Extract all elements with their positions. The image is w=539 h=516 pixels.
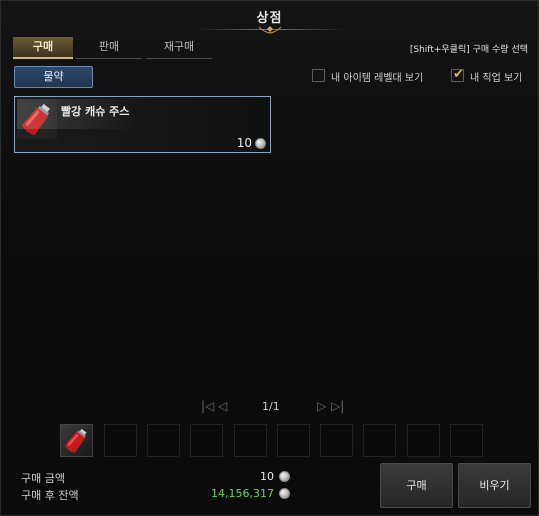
last-page-icon[interactable]: ▷|	[331, 399, 344, 413]
my-class-checkbox[interactable]: ✔	[451, 67, 464, 82]
purchase-amount-value: 10	[260, 470, 274, 483]
cart-slot[interactable]	[363, 424, 396, 457]
silver-coin-icon	[255, 137, 266, 149]
balance-value: 14,156,317	[211, 487, 274, 500]
item-level-label: 내 아이템 레벨대 보기	[331, 73, 424, 84]
my-class-label: 내 직업 보기	[470, 73, 523, 84]
page-indicator: 1/1	[262, 400, 280, 413]
filter-item-level[interactable]: 내 아이템 레벨대 보기	[312, 69, 437, 85]
title-bar[interactable]: 상점	[1, 1, 538, 34]
cart-slot[interactable]	[234, 424, 267, 457]
silver-coin-icon	[279, 488, 290, 499]
tab-buy[interactable]: 구매	[13, 37, 73, 59]
pagination: |◁ ◁ 1/1 ▷ ▷|	[199, 399, 344, 415]
title-ornament-icon	[258, 26, 282, 34]
prev-page-icon[interactable]: ◁	[218, 399, 227, 413]
item-price-value: 10	[236, 136, 252, 150]
tab-sell[interactable]: 판매	[76, 37, 142, 59]
silver-coin-icon	[279, 471, 290, 482]
shop-item[interactable]: 빨강 캐슈 주스 10	[14, 96, 271, 153]
cart-slot[interactable]	[104, 424, 137, 457]
clear-button[interactable]: 비우기	[458, 463, 531, 508]
balance-label: 구매 후 잔액	[21, 489, 79, 502]
shop-window: 상점 구매 판매 재구매 [Shift+우클릭] 구매 수량 선택 물약 내 아…	[0, 0, 539, 516]
category-potion-button[interactable]: 물약	[14, 66, 93, 88]
purchase-summary: 구매 금액 10 구매 후 잔액 14,156,317	[14, 466, 294, 506]
quantity-hint: [Shift+우클릭] 구매 수량 선택	[409, 45, 528, 55]
item-name: 빨강 캐슈 주스	[61, 105, 130, 118]
cart-slot[interactable]	[407, 424, 440, 457]
purchase-amount: 10	[260, 470, 290, 483]
next-page-icon[interactable]: ▷	[317, 399, 326, 413]
balance-after-purchase: 14,156,317	[211, 487, 290, 500]
buy-button[interactable]: 구매	[380, 463, 453, 508]
red-potion-icon	[64, 428, 87, 453]
cart-slot[interactable]	[60, 424, 93, 457]
filter-my-class[interactable]: ✔ 내 직업 보기	[451, 67, 533, 85]
cart-slot[interactable]	[147, 424, 180, 457]
purchase-amount-label: 구매 금액	[21, 472, 65, 485]
cart-slot[interactable]	[450, 424, 483, 457]
checkmark-icon: ✔	[453, 67, 464, 82]
cart-slot[interactable]	[277, 424, 310, 457]
first-page-icon[interactable]: |◁	[201, 399, 214, 413]
cart-slot[interactable]	[190, 424, 223, 457]
item-price: 10	[237, 136, 266, 150]
red-potion-icon	[17, 99, 57, 139]
item-level-checkbox[interactable]	[312, 69, 325, 82]
cart-slot[interactable]	[320, 424, 353, 457]
tab-rebuy[interactable]: 재구매	[146, 37, 212, 59]
